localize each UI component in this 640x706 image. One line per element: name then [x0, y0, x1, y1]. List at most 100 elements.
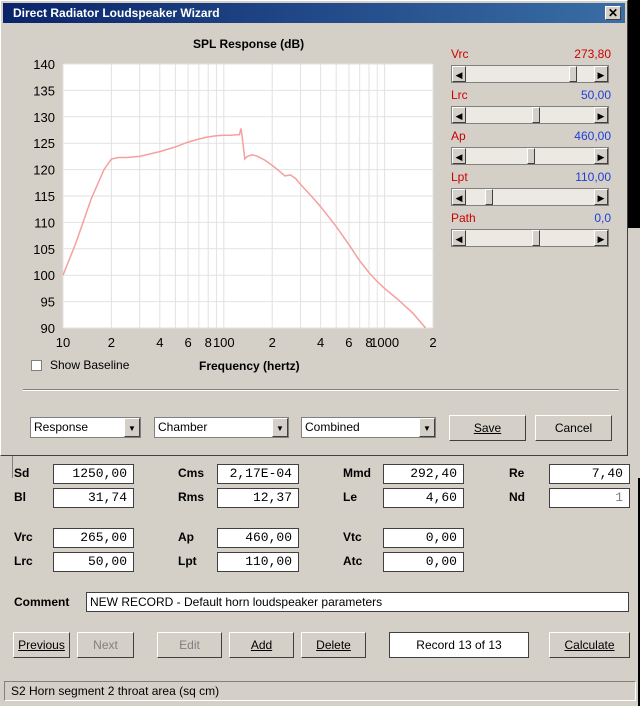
slider-ap[interactable]: ◀ ▶	[451, 147, 609, 165]
x-tick-label: 4	[317, 335, 324, 350]
save-button[interactable]: Save	[449, 415, 526, 441]
slider-ap-label: Ap	[451, 129, 466, 143]
y-axis-ticks: 140 135 130 125 120 115 110 105 100 95 90	[33, 57, 55, 336]
mmd-field[interactable]: 292,40	[383, 464, 464, 484]
slider-path-value: 0,0	[594, 211, 611, 225]
lrc-field[interactable]: 50,00	[53, 552, 134, 572]
slider-path-label: Path	[451, 211, 476, 225]
delete-button[interactable]: Delete	[301, 632, 366, 658]
arrow-left-icon[interactable]: ◀	[452, 66, 466, 82]
vrc-field[interactable]: 265,00	[53, 528, 134, 548]
le-field[interactable]: 4,60	[383, 488, 464, 508]
spl-chart: 1401351301251201151101051009590 10 2 4 6 8 10…	[33, 57, 436, 350]
x-tick-label: 100	[213, 335, 235, 350]
y-tick-label: 100	[33, 268, 55, 283]
show-baseline-row[interactable]: Show Baseline	[31, 358, 129, 372]
slider-thumb[interactable]	[532, 230, 540, 246]
next-button[interactable]: Next	[77, 632, 134, 658]
ap-field[interactable]: 460,00	[217, 528, 299, 548]
rms-field[interactable]: 12,37	[217, 488, 299, 508]
previous-button-label: Previous	[18, 638, 65, 652]
vtc-field[interactable]: 0,00	[383, 528, 464, 548]
cms-field[interactable]: 2,17E-04	[217, 464, 299, 484]
add-button-label: Add	[250, 638, 273, 652]
y-tick-label: 110	[34, 215, 55, 230]
label-cms: Cms	[178, 466, 205, 480]
slider-ap-value: 460,00	[574, 129, 611, 143]
show-baseline-checkbox[interactable]	[31, 360, 42, 371]
y-tick-label: 105	[33, 242, 55, 257]
close-button[interactable]: ✕	[605, 6, 621, 20]
arrow-right-icon[interactable]: ▶	[594, 66, 608, 82]
label-vrc: Vrc	[14, 530, 33, 544]
arrow-left-icon[interactable]: ◀	[452, 189, 466, 205]
slider-vrc-value: 273,80	[574, 47, 611, 61]
previous-button[interactable]: Previous	[13, 632, 70, 658]
arrow-right-icon[interactable]: ▶	[594, 189, 608, 205]
label-comment: Comment	[14, 595, 70, 609]
chevron-down-icon[interactable]: ▼	[124, 418, 140, 437]
add-button[interactable]: Add	[229, 632, 294, 658]
slider-thumb[interactable]	[527, 148, 536, 164]
arrow-left-icon[interactable]: ◀	[452, 107, 466, 123]
chamber-select[interactable]: Chamber ▼	[154, 417, 289, 438]
y-tick-label: 95	[41, 295, 55, 310]
arrow-left-icon[interactable]: ◀	[452, 148, 466, 164]
slider-lrc-label: Lrc	[451, 88, 468, 102]
slider-path[interactable]: ◀ ▶	[451, 229, 609, 247]
x-tick-label: 4	[156, 335, 163, 350]
next-button-label: Next	[93, 638, 118, 652]
chevron-down-icon[interactable]: ▼	[272, 418, 288, 437]
y-tick-label: 115	[34, 189, 55, 204]
dialog-titlebar[interactable]: Direct Radiator Loudspeaker Wizard ✕	[3, 3, 625, 23]
y-tick-label: 135	[33, 83, 55, 98]
save-button-label: Save	[473, 421, 502, 435]
slider-vrc-label: Vrc	[451, 47, 469, 61]
slider-thumb[interactable]	[569, 66, 578, 82]
atc-field[interactable]: 0,00	[383, 552, 464, 572]
re-field[interactable]: 7,40	[549, 464, 630, 484]
x-axis-label: Frequency (hertz)	[199, 359, 300, 373]
slider-lpt[interactable]: ◀ ▶	[451, 188, 609, 206]
arrow-right-icon[interactable]: ▶	[594, 107, 608, 123]
y-tick-label: 130	[33, 110, 55, 125]
response-select-value: Response	[34, 420, 89, 434]
x-tick-label: 2	[429, 335, 436, 350]
y-tick-label: 125	[33, 136, 55, 151]
calculate-button[interactable]: Calculate	[549, 632, 630, 658]
response-select[interactable]: Response ▼	[30, 417, 141, 438]
y-tick-label: 140	[33, 57, 55, 72]
y-tick-label: 120	[33, 163, 55, 178]
slider-vrc[interactable]: ◀ ▶	[451, 65, 609, 83]
x-tick-label: 10	[56, 335, 70, 350]
slider-lpt-value: 110,00	[575, 170, 611, 184]
bl-field[interactable]: 31,74	[53, 488, 134, 508]
nd-field[interactable]: 1	[549, 488, 630, 508]
delete-button-label: Delete	[316, 638, 351, 652]
edit-button[interactable]: Edit	[157, 632, 222, 658]
y-tick-label: 90	[41, 321, 55, 336]
x-tick-label: 2	[108, 335, 115, 350]
label-ap: Ap	[178, 530, 194, 544]
slider-lpt-label: Lpt	[451, 170, 468, 184]
slider-lrc[interactable]: ◀ ▶	[451, 106, 609, 124]
chevron-down-icon[interactable]: ▼	[419, 418, 435, 437]
sd-field[interactable]: 1250,00	[53, 464, 134, 484]
lpt-field[interactable]: 110,00	[217, 552, 299, 572]
slider-thumb[interactable]	[485, 189, 494, 205]
arrow-right-icon[interactable]: ▶	[594, 148, 608, 164]
arrow-right-icon[interactable]: ▶	[594, 230, 608, 246]
label-nd: Nd	[509, 490, 525, 504]
comment-field[interactable]: NEW RECORD - Default horn loudspeaker pa…	[86, 592, 629, 612]
cancel-button[interactable]: Cancel	[535, 415, 612, 441]
label-lrc: Lrc	[14, 554, 33, 568]
x-tick-label: 1000	[370, 335, 399, 350]
arrow-left-icon[interactable]: ◀	[452, 230, 466, 246]
slider-thumb[interactable]	[532, 107, 540, 123]
show-baseline-label: Show Baseline	[50, 358, 130, 372]
chart-title: SPL Response (dB)	[193, 37, 305, 51]
label-bl: Bl	[14, 490, 26, 504]
combined-select[interactable]: Combined ▼	[301, 417, 436, 438]
x-tick-label: 2	[269, 335, 276, 350]
label-re: Re	[509, 466, 525, 480]
